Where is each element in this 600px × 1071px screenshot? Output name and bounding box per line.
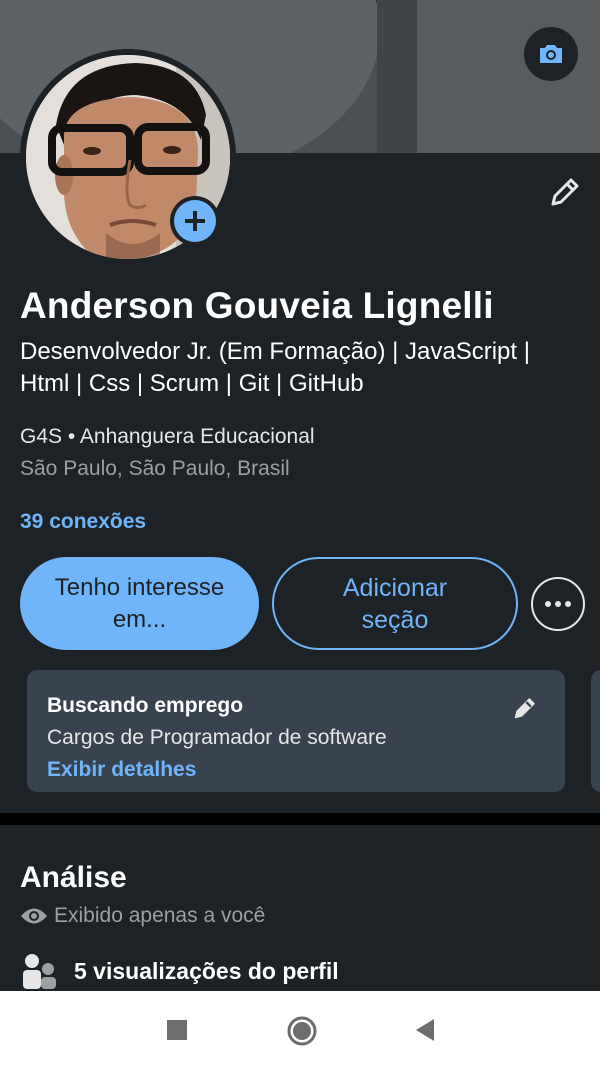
profile-location: São Paulo, São Paulo, Brasil: [20, 457, 290, 480]
next-card-peek[interactable]: [591, 670, 600, 792]
more-actions-button[interactable]: [531, 577, 585, 631]
triangle-back-icon: [416, 1019, 434, 1041]
eye-icon: [21, 908, 47, 924]
profile-views-item[interactable]: 5 visualizações do perfil: [22, 953, 339, 989]
banner-shape: [377, 0, 417, 153]
private-note-text: Exibido apenas a você: [54, 904, 266, 927]
plus-icon: [185, 211, 205, 231]
more-horizontal-icon: [545, 601, 571, 607]
edit-banner-button[interactable]: [524, 27, 578, 81]
banner-shape: [417, 0, 600, 153]
connections-link[interactable]: 39 conexões: [20, 510, 146, 534]
open-to-work-title: Buscando emprego: [47, 694, 244, 717]
profile-headline: Desenvolvedor Jr. (Em Formação) | JavaSc…: [20, 338, 530, 397]
add-photo-button[interactable]: [170, 196, 220, 246]
profile-intro-card: Anderson Gouveia Lignelli Desenvolvedor …: [0, 49, 600, 813]
profile-name: Anderson Gouveia Lignelli: [20, 285, 494, 326]
private-note: Exibido apenas a você: [20, 904, 265, 928]
add-photo-badge: [174, 200, 216, 242]
section-divider: [0, 813, 600, 825]
home-button[interactable]: [284, 1013, 320, 1049]
pencil-icon: [514, 698, 535, 719]
circle-icon: [287, 1016, 317, 1046]
recents-button[interactable]: [160, 1013, 194, 1047]
back-button[interactable]: [408, 1013, 442, 1047]
camera-icon: [540, 45, 562, 63]
profile-organization[interactable]: G4S • Anhanguera Educacional: [20, 425, 315, 449]
pencil-icon: [551, 178, 579, 206]
open-to-work-description: Cargos de Programador de software: [47, 726, 387, 749]
profile-views-text: 5 visualizações do perfil: [74, 957, 339, 984]
add-section-button[interactable]: Adicionar seção: [272, 557, 518, 650]
analytics-title: Análise: [20, 861, 127, 894]
people-icon: [23, 954, 56, 989]
open-to-work-card[interactable]: Buscando emprego Cargos de Programador d…: [27, 670, 565, 792]
analytics-section: Análise Exibido apenas a você 5 visualiz…: [0, 825, 600, 991]
system-navigation-bar: [0, 991, 600, 1071]
edit-intro-button[interactable]: [544, 173, 584, 213]
square-icon: [167, 1020, 187, 1040]
show-details-link[interactable]: Exibir detalhes: [47, 758, 196, 782]
open-to-button[interactable]: Tenho interesse em...: [20, 557, 259, 650]
edit-open-to-work-button[interactable]: [509, 694, 539, 724]
